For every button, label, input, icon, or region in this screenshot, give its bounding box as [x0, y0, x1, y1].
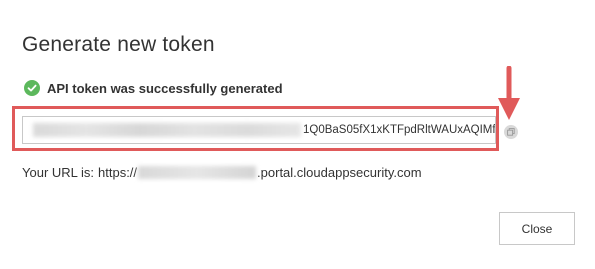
url-row: Your URL is: https:// .portal.cloudappse…: [22, 165, 422, 180]
success-message: API token was successfully generated: [47, 80, 283, 96]
close-button[interactable]: Close: [499, 212, 575, 245]
generate-token-dialog: Generate new token API token was success…: [0, 0, 595, 269]
url-redacted: [138, 166, 257, 179]
token-field[interactable]: 1Q0BaS05fX1xKTFpdRltWAUxAQIMfG0\: [22, 116, 496, 144]
red-arrow-annotation: [498, 66, 520, 120]
token-redacted: [33, 123, 301, 137]
url-label: Your URL is:: [22, 165, 95, 180]
dialog-title: Generate new token: [22, 33, 215, 56]
check-circle-icon: [24, 80, 40, 96]
token-value: 1Q0BaS05fX1xKTFpdRltWAUxAQIMfG0\: [303, 124, 496, 136]
copy-icon[interactable]: [504, 125, 518, 139]
success-message-row: API token was successfully generated: [24, 79, 283, 97]
url-suffix: .portal.cloudappsecurity.com: [257, 165, 422, 180]
url-prefix: https://: [98, 165, 138, 180]
